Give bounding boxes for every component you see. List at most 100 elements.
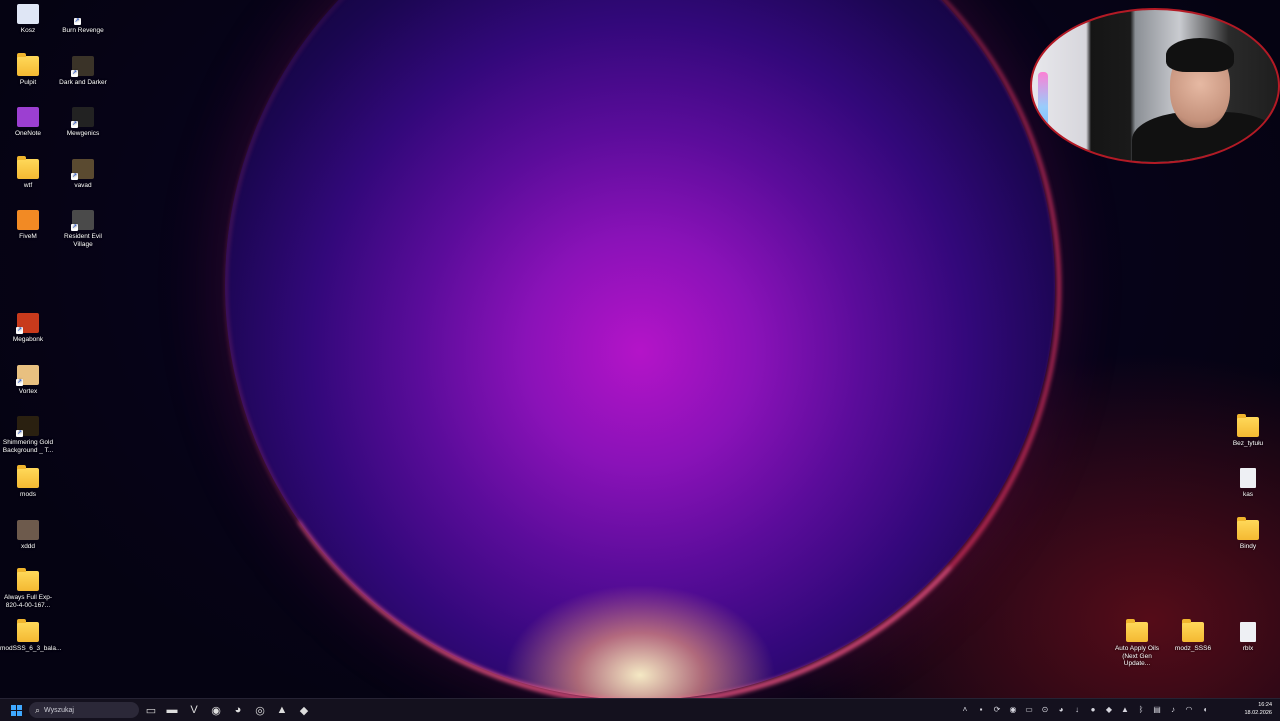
- desktop-icon-folder[interactable]: Bindy: [1220, 517, 1276, 551]
- desktop-icon-vortex[interactable]: Vortex: [0, 365, 56, 396]
- desktop-icon-label: Kosz: [20, 27, 36, 34]
- bottle-icon: [70, 4, 97, 25]
- onenote-icon: [17, 107, 39, 127]
- desktop-icon-video-file[interactable]: Shimmering Gold Background _ T...: [0, 416, 56, 454]
- media-app-icon: ▲: [276, 704, 288, 716]
- brave-icon: ◆: [299, 704, 309, 717]
- desktop-icon-bottle[interactable]: Burn Revenge: [55, 4, 111, 35]
- desktop-icon-folder[interactable]: Auto Apply Oils (Next Gen Update...: [1109, 619, 1165, 668]
- start-button[interactable]: [8, 702, 24, 718]
- wifi-icon[interactable]: ◠: [1184, 704, 1194, 715]
- desktop-icon-fivem[interactable]: FiveM: [0, 210, 56, 241]
- desktop-icon-folder[interactable]: Always Full Exp-820-4-00-167...: [0, 568, 56, 609]
- vivaldi-icon: V: [190, 704, 198, 716]
- bluetooth-icon[interactable]: ᛒ: [1136, 704, 1146, 715]
- fivem-icon: [17, 210, 39, 230]
- folder-icon: [17, 568, 39, 591]
- desktop-icon-game[interactable]: Resident Evil Village: [55, 210, 111, 248]
- clock[interactable]: 16:24 18.02.2026: [1244, 701, 1272, 717]
- folder-icon: [1237, 414, 1259, 437]
- desktop-icon-onenote[interactable]: OneNote: [0, 107, 56, 138]
- clock-date: 18.02.2026: [1244, 710, 1272, 716]
- desktop-icon-label: OneNote: [14, 130, 42, 137]
- record-icon[interactable]: ●: [1088, 704, 1098, 715]
- desktop-icon-label: Burn Revenge: [62, 27, 104, 34]
- desktop-icon-label: wtf: [23, 182, 33, 189]
- megabonk-icon: [16, 313, 39, 334]
- desktop-icon-label: Megabonk: [12, 336, 44, 343]
- volume-icon[interactable]: ◖: [1200, 704, 1210, 715]
- steam-tray-icon[interactable]: ◉: [1008, 704, 1018, 715]
- network-icon[interactable]: ▤: [1152, 704, 1162, 715]
- desktop-icon-label: Vortex: [18, 388, 38, 395]
- desktop-folder-icon: [17, 53, 39, 76]
- desktop-icon-text-file[interactable]: rblx: [1220, 622, 1276, 653]
- desktop-icon-label: rblx: [1242, 645, 1254, 652]
- microphone-icon[interactable]: ♪: [1168, 704, 1178, 715]
- search-icon: ⌕: [35, 704, 41, 715]
- desktop-icon-image-file[interactable]: xddd: [0, 520, 56, 551]
- vivaldi-taskbar-button[interactable]: V: [186, 702, 202, 718]
- image-file-icon: [17, 520, 39, 540]
- discord-tray-icon[interactable]: ◕: [1056, 704, 1066, 715]
- steam-taskbar-button[interactable]: ◉: [208, 702, 224, 718]
- desktop-icon-folder[interactable]: mods: [0, 465, 56, 499]
- desktop-icon-text-file[interactable]: kas: [1220, 468, 1276, 499]
- clock-time: 16:24: [1258, 702, 1272, 708]
- desktop-icon-paw[interactable]: Mewgenics: [55, 107, 111, 138]
- folder-icon: [1182, 619, 1204, 642]
- app-tray-icon[interactable]: ◆: [1104, 704, 1114, 715]
- task-view-taskbar-button[interactable]: ▭: [143, 702, 159, 718]
- recycle-bin-icon: [17, 4, 39, 24]
- taskbar-search[interactable]: ⌕ Wyszukaj: [29, 702, 139, 718]
- desktop-icon-game[interactable]: Dark and Darker: [55, 56, 111, 87]
- desktop-icon-label: Pulpit: [19, 79, 37, 86]
- vortex-icon: [16, 365, 39, 386]
- text-file-icon: [1240, 622, 1256, 642]
- desktop-icon-label: Mewgenics: [66, 130, 100, 137]
- desktop-icon-label: modSSS_6_3_bala...: [0, 645, 62, 652]
- desktop-icon-desktop-folder[interactable]: Pulpit: [0, 53, 56, 87]
- download-icon[interactable]: ↓: [1072, 704, 1082, 715]
- led-strip: [1038, 72, 1048, 142]
- desktop-icon-folder[interactable]: Bez_tytułu: [1220, 414, 1276, 448]
- desktop-icon-label: FiveM: [19, 233, 37, 240]
- file-explorer-icon: ▬: [166, 704, 178, 716]
- desktop-icon-recycle-bin[interactable]: Kosz: [0, 4, 56, 35]
- chrome-icon: ◎: [255, 704, 265, 717]
- media-app-taskbar-button[interactable]: ▲: [274, 702, 290, 718]
- wallpaper-orb-rim: [225, 0, 1061, 700]
- desktop-icon-folder[interactable]: wtf: [0, 156, 56, 190]
- sync-icon[interactable]: ⟳: [992, 704, 1002, 715]
- vivaldi-tray-icon[interactable]: ▲: [1120, 704, 1130, 715]
- desktop-icon-label: Resident Evil Village: [64, 233, 102, 248]
- discord-taskbar-button[interactable]: ◕: [230, 702, 246, 718]
- folder-icon: [1126, 619, 1148, 642]
- battery-icon[interactable]: ▭: [1024, 704, 1034, 715]
- brave-taskbar-button[interactable]: ◆: [296, 702, 312, 718]
- discord-icon: ◕: [234, 704, 242, 716]
- game-icon: [71, 210, 94, 231]
- desktop-icon-label: vavad: [74, 182, 92, 189]
- task-view-icon: ▭: [145, 704, 157, 717]
- desktop-icon-app[interactable]: vavad: [55, 159, 111, 190]
- app-icon: [71, 159, 94, 180]
- windows-logo-icon: [10, 704, 22, 716]
- controller-icon[interactable]: ⊙: [1040, 704, 1050, 715]
- folder-icon: [1237, 517, 1259, 540]
- desktop-icon-label: Bindy: [1239, 543, 1257, 550]
- nvidia-icon[interactable]: ▪: [976, 704, 986, 715]
- desktop-icon-label: Always Full Exp-820-4-00-167...: [3, 594, 53, 609]
- search-placeholder: Wyszukaj: [44, 706, 74, 714]
- chevron-icon[interactable]: ˄: [960, 704, 970, 715]
- desktop-icon-megabonk[interactable]: Megabonk: [0, 313, 56, 344]
- desktop-icon-label: Bez_tytułu: [1232, 440, 1264, 447]
- paw-icon: [71, 107, 94, 128]
- desktop-icon-folder[interactable]: modz_SSS6: [1165, 619, 1221, 653]
- desktop-icon-folder[interactable]: modSSS_6_3_bala...: [0, 619, 62, 653]
- chrome-taskbar-button[interactable]: ◎: [252, 702, 268, 718]
- desktop-icon-label: kas: [1242, 491, 1254, 498]
- game-icon: [71, 56, 94, 77]
- streamer-hair: [1166, 38, 1234, 72]
- file-explorer-taskbar-button[interactable]: ▬: [164, 702, 180, 718]
